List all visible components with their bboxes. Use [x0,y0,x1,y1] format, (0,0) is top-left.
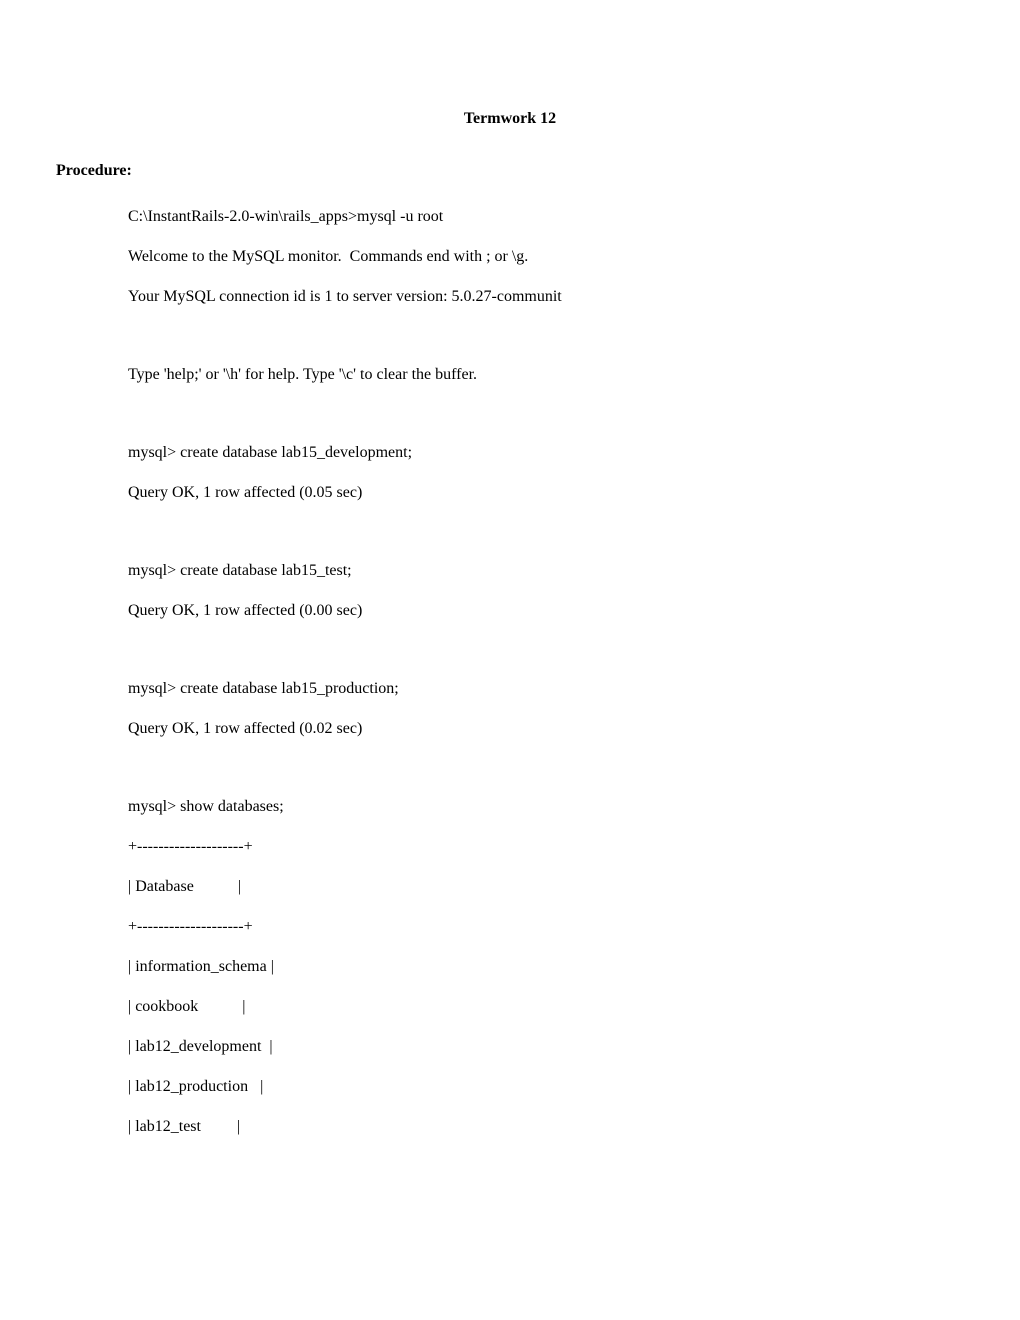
terminal-line: Welcome to the MySQL monitor. Commands e… [128,248,964,266]
terminal-line: mysql> create database lab15_production; [128,680,964,698]
terminal-line: Query OK, 1 row affected (0.05 sec) [128,484,964,502]
blank-line [128,328,964,366]
terminal-line: | lab12_production | [128,1078,964,1096]
terminal-line: Query OK, 1 row affected (0.02 sec) [128,720,964,738]
terminal-line: | Database | [128,878,964,896]
terminal-line: +--------------------+ [128,918,964,936]
terminal-line: | lab12_test | [128,1118,964,1136]
terminal-line: | information_schema | [128,958,964,976]
terminal-line: Type 'help;' or '\h' for help. Type '\c'… [128,366,964,384]
terminal-line: mysql> create database lab15_test; [128,562,964,580]
terminal-line: | cookbook | [128,998,964,1016]
terminal-line: mysql> create database lab15_development… [128,444,964,462]
terminal-line: Your MySQL connection id is 1 to server … [128,288,964,306]
procedure-content: C:\InstantRails-2.0-win\rails_apps>mysql… [56,208,964,1136]
blank-line [128,406,964,444]
terminal-line: mysql> show databases; [128,798,964,816]
document-title: Termwork 12 [56,110,964,128]
terminal-line: | lab12_development | [128,1038,964,1056]
document-page: Termwork 12 Procedure: C:\InstantRails-2… [0,0,1020,1218]
terminal-line: Query OK, 1 row affected (0.00 sec) [128,602,964,620]
procedure-heading: Procedure: [56,162,964,180]
blank-line [128,760,964,798]
blank-line [128,524,964,562]
terminal-line: +--------------------+ [128,838,964,856]
terminal-line: C:\InstantRails-2.0-win\rails_apps>mysql… [128,208,964,226]
blank-line [128,642,964,680]
